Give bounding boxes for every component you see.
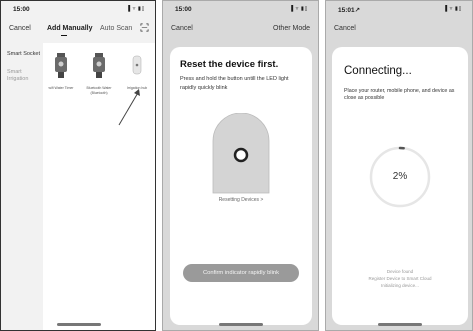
status-bar: 15:01↗ ▐ ▿ ▮▯ xyxy=(326,1,472,15)
status-time: 15:00 xyxy=(175,6,192,13)
status-time: 15:01↗ xyxy=(338,7,361,14)
category-sidebar: Smart Socket Smart Irrigation xyxy=(1,43,43,330)
tab-add-manually[interactable]: Add Manually xyxy=(47,25,93,32)
pointer-arrow-icon xyxy=(118,89,140,126)
step-register-device: Register Device to Smart Cloud xyxy=(368,276,432,281)
device-label: wifi Water Timer xyxy=(48,86,74,90)
water-timer-icon xyxy=(55,53,67,78)
status-icons: ▐ ▿ ▮▯ xyxy=(289,6,308,12)
status-icons: ▐ ▿ ▮▯ xyxy=(443,6,462,12)
cancel-button[interactable]: Cancel xyxy=(171,25,193,32)
device-bluetooth-water[interactable]: Bluetooth Water (Bluetooth) xyxy=(83,53,115,95)
hub-icon xyxy=(132,55,142,75)
status-time: 15:00 xyxy=(13,6,30,13)
other-mode-button[interactable]: Other Mode xyxy=(273,25,310,32)
sidebar-item-smart-socket[interactable]: Smart Socket xyxy=(7,51,41,58)
tab-auto-scan[interactable]: Auto Scan xyxy=(100,25,132,32)
instruction-text: Press and hold the button untill the LED… xyxy=(180,76,289,91)
nav-bar: Cancel xyxy=(326,25,472,39)
status-icons: ▐ ▿ ▮▯ xyxy=(126,6,145,12)
tab-active-indicator xyxy=(61,35,67,36)
home-indicator xyxy=(219,323,263,326)
home-indicator xyxy=(57,323,101,326)
step-device-found: Device found xyxy=(386,269,414,274)
reset-card: Reset the device first. Press and hold t… xyxy=(170,47,312,325)
cancel-button[interactable]: Cancel xyxy=(334,25,356,32)
connecting-screen: 15:01↗ ▐ ▿ ▮▯ Cancel Connecting... Place… xyxy=(325,0,473,331)
device-grid: wifi Water Timer Bluetooth Water (Blueto… xyxy=(43,43,155,330)
sidebar-item-smart-irrigation[interactable]: Smart Irrigation xyxy=(7,69,41,83)
scan-icon[interactable] xyxy=(140,23,149,32)
connecting-card: Connecting... Place your router, mobile … xyxy=(332,47,468,325)
home-indicator xyxy=(378,323,422,326)
water-timer-icon xyxy=(93,53,105,78)
device-wifi-water-timer[interactable]: wifi Water Timer xyxy=(45,53,77,91)
page-title: Reset the device first. xyxy=(180,59,279,70)
confirm-blink-button[interactable]: Confirm indicator rapidly blink xyxy=(183,264,299,282)
reset-device-screen: 15:00 ▐ ▿ ▮▯ Cancel Other Mode Reset the… xyxy=(162,0,319,331)
device-label: Bluetooth Water (Bluetooth) xyxy=(86,86,112,95)
instruction-text: Place your router, mobile phone, and dev… xyxy=(344,88,455,101)
hub-device-illustration xyxy=(212,113,270,194)
nav-bar: Cancel Other Mode xyxy=(163,25,318,39)
progress-percent: 2% xyxy=(392,171,408,182)
status-bar: 15:00 ▐ ▿ ▮▯ xyxy=(163,1,318,15)
status-bar: 15:00 ▐ ▿ ▮▯ xyxy=(1,1,155,15)
page-title: Connecting... xyxy=(344,65,412,77)
resetting-devices-link[interactable]: Resetting Devices > xyxy=(170,197,312,203)
step-initializing: Initializing device... xyxy=(381,283,419,288)
add-device-screen: 15:00 ▐ ▿ ▮▯ Cancel Add Manually Auto Sc… xyxy=(0,0,156,331)
cancel-button[interactable]: Cancel xyxy=(9,25,31,32)
